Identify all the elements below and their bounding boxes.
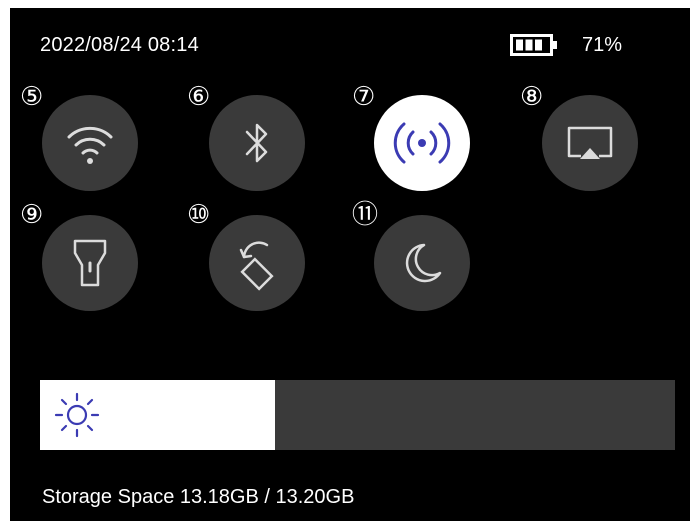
battery-percent: 71% (582, 34, 623, 56)
quick-settings-screen: 2022/08/24 08:14 71% ⑤ ⑥ ⑦ ⑧ ⑨ ⑩ ⑪ Stora… (10, 8, 690, 521)
badge-wifi: ⑤ (20, 81, 44, 111)
badge-auto-rotate: ⑩ (187, 199, 211, 229)
badge-dark-mode: ⑪ (352, 199, 379, 229)
hotspot-toggle[interactable] (374, 95, 470, 191)
sun-icon (54, 392, 100, 438)
auto-rotate-toggle[interactable] (209, 215, 305, 311)
battery-icon (510, 34, 557, 56)
moon-icon (405, 243, 442, 283)
badge-bluetooth: ⑥ (187, 81, 211, 111)
screen-cast-icon (567, 126, 613, 159)
hotspot-icon (393, 122, 451, 164)
flashlight-icon (73, 239, 107, 287)
badge-flashlight: ⑨ (20, 199, 44, 229)
screen-cast-toggle[interactable] (542, 95, 638, 191)
badge-screen-cast: ⑧ (520, 81, 544, 111)
status-datetime: 2022/08/24 08:14 (40, 34, 199, 56)
dark-mode-toggle[interactable] (374, 215, 470, 311)
badge-hotspot: ⑦ (352, 81, 376, 111)
storage-space-label: Storage Space 13.18GB / 13.20GB (42, 486, 355, 508)
wifi-icon (67, 126, 113, 164)
wifi-toggle[interactable] (42, 95, 138, 191)
brightness-slider[interactable] (40, 380, 675, 450)
rotate-icon (239, 241, 274, 291)
bluetooth-icon (245, 123, 268, 163)
bluetooth-toggle[interactable] (209, 95, 305, 191)
flashlight-toggle[interactable] (42, 215, 138, 311)
